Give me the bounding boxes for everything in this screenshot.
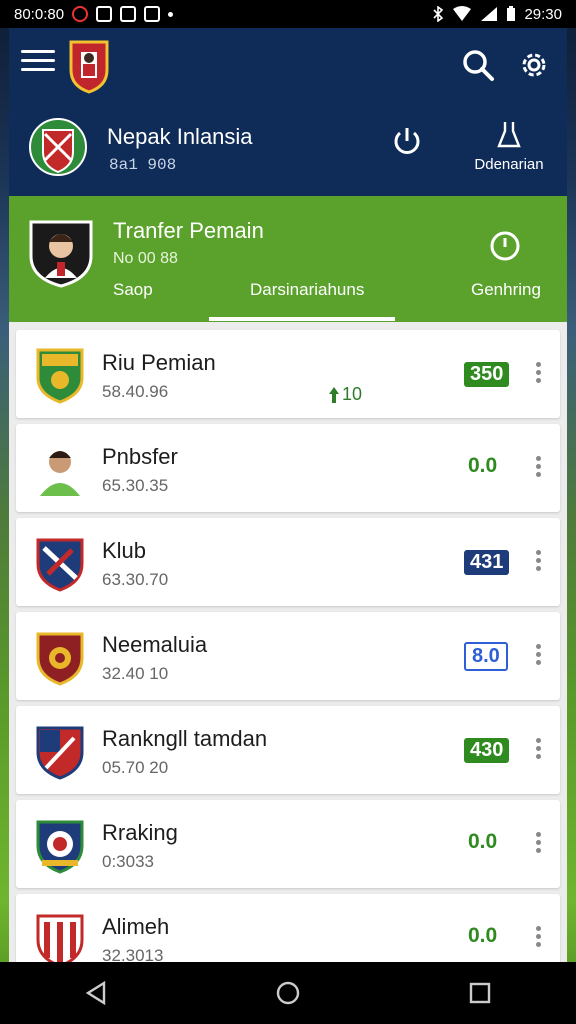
item-name: Rankngll tamdan <box>102 726 268 751</box>
tab-saop[interactable]: Saop <box>113 280 153 300</box>
search-icon[interactable] <box>461 48 495 82</box>
recents-button[interactable] <box>460 973 500 1013</box>
dot-icon <box>168 11 174 17</box>
item-meta: 63.30.70 <box>102 570 169 589</box>
signal-icon <box>481 7 498 21</box>
notification-icon <box>72 6 89 22</box>
back-icon <box>85 981 106 1005</box>
item-meta: 0:3033 <box>102 852 154 871</box>
more-vert-icon[interactable] <box>534 738 542 762</box>
club-crest <box>36 348 84 404</box>
club-crest <box>36 538 84 592</box>
item-score: 431 <box>464 550 510 575</box>
item-name: Riu Pemian <box>102 350 216 375</box>
tab-genhring[interactable]: Genhring <box>471 280 541 300</box>
item-meta: 65.30.35 <box>102 476 169 495</box>
clock-icon[interactable] <box>489 230 521 262</box>
item-score: 0.0 <box>468 924 498 947</box>
bluetooth-icon <box>433 6 444 22</box>
item-score: 0.0 <box>468 830 498 853</box>
item-score: 350 <box>464 362 510 387</box>
list-item[interactable]: Rankngll tamdan 05.70 20 430 <box>16 706 560 794</box>
more-vert-icon[interactable] <box>534 362 542 386</box>
item-delta: 10 <box>342 384 363 404</box>
item-score: 8.0 <box>464 642 508 671</box>
list-item[interactable]: Klub 63.30.70 431 <box>16 518 560 606</box>
item-name: Klub <box>102 538 147 563</box>
panel-title: Tranfer Pemain <box>113 218 264 243</box>
item-meta: 32.3013 <box>102 946 164 962</box>
player-avatar <box>40 451 80 496</box>
item-name: Rraking <box>102 820 178 845</box>
team-crest <box>29 118 87 176</box>
home-button[interactable] <box>268 973 308 1013</box>
gear-icon[interactable] <box>517 48 551 82</box>
status-bar: 80:0:80 29:30 <box>0 0 576 28</box>
status-time-left: 80:0:80 <box>14 5 65 23</box>
player-list: Riu Pemian 58.40.96 10 350 Pnbsfer 65.30… <box>9 322 567 962</box>
item-name: Neemaluia <box>102 632 208 657</box>
more-vert-icon[interactable] <box>534 456 542 480</box>
item-score: 0.0 <box>468 454 498 477</box>
item-meta: 05.70 20 <box>102 758 169 777</box>
more-vert-icon[interactable] <box>534 644 542 668</box>
chart-icon <box>120 6 137 22</box>
app-header: Nepak Inlansia 8a1 908 Ddenarian <box>9 28 567 196</box>
list-item[interactable]: Riu Pemian 58.40.96 10 350 <box>16 330 560 418</box>
more-vert-icon[interactable] <box>534 550 542 574</box>
transfer-panel: Tranfer Pemain No 00 88 Saop Darsinariah… <box>9 196 567 322</box>
tab-indicator <box>209 317 395 321</box>
item-name: Alimeh <box>102 914 170 939</box>
list-item[interactable]: Pnbsfer 65.30.35 0.0 <box>16 424 560 512</box>
club-logo[interactable] <box>67 38 111 94</box>
flask-label: Ddenarian <box>474 156 544 173</box>
club-crest <box>36 820 84 874</box>
home-icon <box>276 981 300 1005</box>
list-item[interactable]: Rraking 0:3033 0.0 <box>16 800 560 888</box>
item-meta: 32.40 10 <box>102 664 169 683</box>
image-icon <box>96 6 113 22</box>
arrow-up-icon <box>329 387 339 403</box>
recents-icon <box>469 982 491 1004</box>
club-crest <box>36 632 84 686</box>
team-name: Nepak Inlansia <box>107 124 253 149</box>
flask-icon <box>497 122 521 148</box>
battery-icon <box>507 6 516 21</box>
more-vert-icon[interactable] <box>534 926 542 950</box>
item-score: 430 <box>464 738 510 763</box>
flask-button[interactable]: Ddenarian <box>471 120 547 180</box>
hamburger-icon[interactable] <box>21 50 55 78</box>
tab-darsinariahuns[interactable]: Darsinariahuns <box>250 280 364 300</box>
item-meta: 58.40.96 <box>102 382 169 401</box>
item-name: Pnbsfer <box>102 444 178 469</box>
more-vert-icon[interactable] <box>534 832 542 856</box>
power-icon[interactable] <box>391 124 423 158</box>
status-time: 29:30 <box>524 5 562 23</box>
list-item[interactable]: Neemaluia 32.40 10 8.0 <box>16 612 560 700</box>
avatar[interactable] <box>27 216 95 288</box>
team-sub: 8a1 908 <box>109 156 177 174</box>
panel-subtitle: No 00 88 <box>113 250 178 267</box>
club-crest <box>36 914 84 962</box>
wifi-icon <box>453 6 472 21</box>
back-button[interactable] <box>76 973 116 1013</box>
list-item[interactable]: Alimeh 32.3013 0.0 <box>16 894 560 962</box>
shield-icon <box>144 6 161 22</box>
system-nav-bar <box>0 962 576 1024</box>
club-crest <box>36 726 84 780</box>
